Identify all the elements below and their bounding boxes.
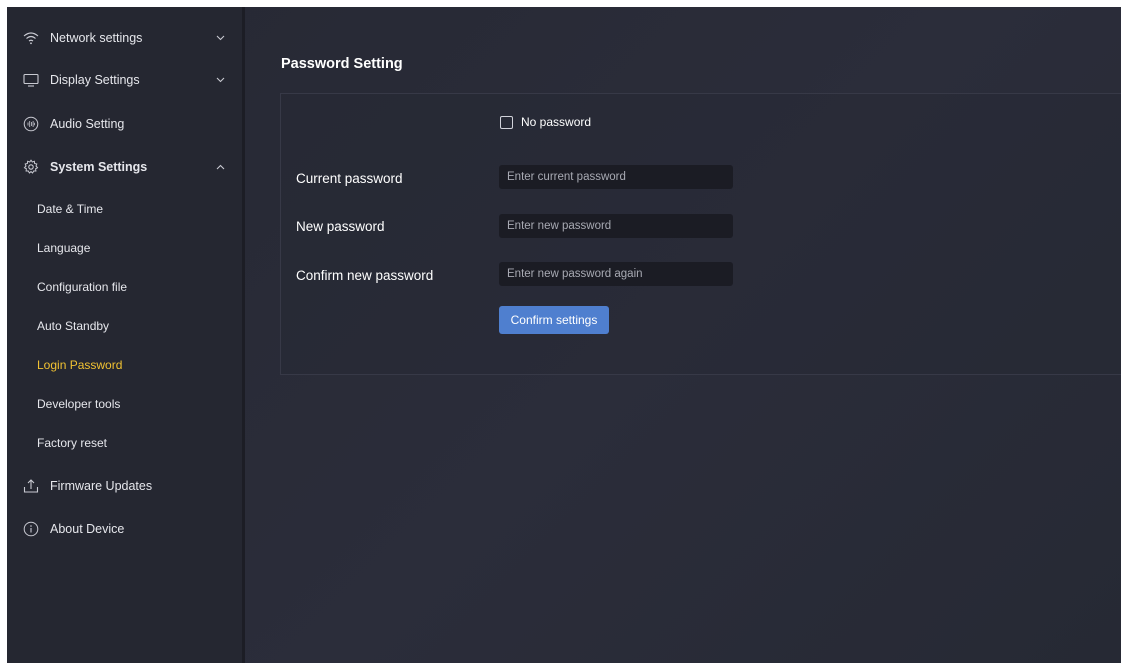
gear-icon (23, 159, 39, 175)
sidebar-divider (242, 7, 245, 663)
sidebar-item-label: Audio Setting (50, 117, 125, 131)
sidebar-item-label: Network settings (50, 31, 143, 45)
audio-icon (23, 116, 39, 132)
sidebar-subitem-factory-reset[interactable]: Factory reset (37, 428, 107, 458)
sidebar-subitem-login-password[interactable]: Login Password (37, 350, 122, 380)
info-icon (23, 521, 39, 537)
confirm-password-field[interactable] (499, 262, 733, 286)
page-title: Password Setting (281, 56, 403, 72)
chevron-down-icon (215, 75, 225, 85)
chevron-down-icon (215, 33, 225, 43)
sidebar-item-label: System Settings (50, 160, 148, 174)
sidebar-item-audio-setting[interactable]: Audio Setting (7, 106, 242, 142)
sidebar-subitem-date-time[interactable]: Date & Time (37, 194, 103, 224)
sidebar-item-about-device[interactable]: About Device (7, 511, 242, 547)
sidebar-item-firmware-updates[interactable]: Firmware Updates (7, 468, 242, 504)
upload-icon (23, 478, 39, 494)
sidebar-item-display-settings[interactable]: Display Settings (7, 62, 242, 98)
new-password-field[interactable] (499, 214, 733, 238)
confirm-password-label: Confirm new password (296, 268, 434, 283)
sidebar-item-network-settings[interactable]: Network settings (7, 20, 242, 56)
no-password-checkbox[interactable] (500, 115, 513, 129)
sidebar-item-system-settings[interactable]: System Settings (7, 149, 242, 185)
confirm-settings-button[interactable]: Confirm settings (499, 306, 609, 334)
sidebar-item-label: About Device (50, 522, 125, 536)
sidebar-item-label: Display Settings (50, 73, 140, 87)
new-password-label: New password (296, 219, 385, 234)
monitor-icon (23, 72, 39, 88)
sidebar-subitem-configuration-file[interactable]: Configuration file (37, 272, 127, 302)
sidebar-subitem-language[interactable]: Language (37, 233, 90, 263)
no-password-label: No password (521, 115, 592, 129)
sidebar-subitem-developer-tools[interactable]: Developer tools (37, 389, 120, 419)
no-password-option[interactable]: No password (500, 114, 591, 130)
chevron-up-icon (215, 162, 225, 172)
sidebar-subitem-auto-standby[interactable]: Auto Standby (37, 311, 109, 341)
sidebar-item-label: Firmware Updates (50, 479, 153, 493)
wifi-icon (23, 30, 39, 46)
current-password-label: Current password (296, 171, 403, 186)
sidebar: Network settings Display Settings Audio … (7, 7, 242, 663)
current-password-field[interactable] (499, 165, 733, 189)
